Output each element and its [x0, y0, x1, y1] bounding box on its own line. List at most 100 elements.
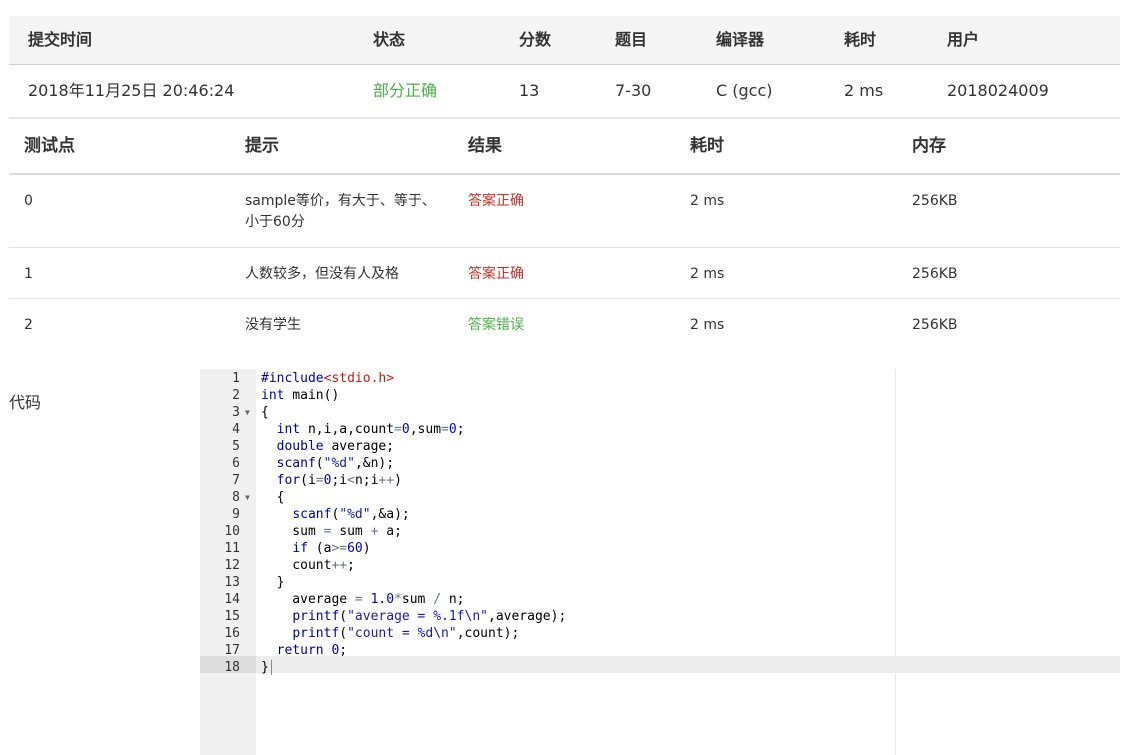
- code-line[interactable]: 13 }: [200, 574, 1120, 591]
- code-text: scanf("%d",&a);: [292, 507, 410, 522]
- code-line[interactable]: 4 int n,i,a,count=0,sum=0;: [200, 421, 1120, 438]
- testpoint-memory: 256KB: [912, 266, 958, 282]
- submission-row: 2018年11月25日 20:46:24 部分正确 13 7-30 C (gcc…: [9, 65, 1120, 119]
- header-hint: 提示: [245, 136, 279, 156]
- text-cursor: [270, 660, 272, 675]
- header-score: 分数: [519, 30, 552, 49]
- code-line[interactable]: 8 ▼ {: [200, 489, 1120, 506]
- code-text: {: [261, 490, 285, 505]
- submit-time: 2018年11月25日 20:46:24: [28, 81, 235, 100]
- testpoint-result: 答案正确: [468, 193, 524, 209]
- testpoint-id: 2: [24, 317, 33, 333]
- line-number: 5: [232, 439, 240, 454]
- user-link[interactable]: 2018024009: [947, 65, 1049, 117]
- code-text: }: [261, 659, 272, 676]
- testpoint-memory: 256KB: [912, 317, 958, 333]
- line-number: 18: [224, 660, 240, 675]
- code-line[interactable]: 12 count++;: [200, 557, 1120, 574]
- problem-link[interactable]: 7-30: [615, 65, 651, 117]
- header-user: 用户: [947, 30, 980, 49]
- code-line[interactable]: 16 printf("count = %d\n",count);: [200, 625, 1120, 642]
- code-text: if (a>=60): [292, 541, 371, 556]
- code-text: #include<stdio.h>: [261, 371, 395, 386]
- status-badge: 部分正确: [373, 81, 438, 100]
- testcase-table: 测试点 提示 结果 耗时 内存 0 sample等价，有大于、等于、小于60分 …: [9, 118, 1120, 349]
- code-text: count++;: [261, 558, 355, 573]
- code-text: for(i=0;i<n;i++): [276, 473, 402, 488]
- line-number: 10: [224, 524, 240, 539]
- line-number: 9: [232, 507, 240, 522]
- line-number: 16: [224, 626, 240, 641]
- table-row: 0 sample等价，有大于、等于、小于60分 答案正确 2 ms 256KB: [9, 175, 1120, 248]
- header-result: 结果: [468, 136, 502, 156]
- code-line[interactable]: 9 scanf("%d",&a);: [200, 506, 1120, 523]
- code-text: double average;: [276, 439, 395, 454]
- elapsed-value: 2 ms: [844, 81, 884, 100]
- compiler-value: C (gcc): [716, 81, 773, 100]
- code-text: int n,i,a,count=0,sum=0;: [276, 422, 465, 437]
- code-line[interactable]: 7 for(i=0;i<n;i++): [200, 472, 1120, 489]
- header-testpoint: 测试点: [24, 136, 75, 156]
- code-text: printf("average = %.1f\n",average);: [292, 609, 567, 624]
- table-row: 1 人数较多，但没有人及格 答案正确 2 ms 256KB: [9, 248, 1120, 299]
- code-text: sum = sum + a;: [261, 524, 402, 539]
- header-elapsed: 耗时: [844, 30, 877, 49]
- fold-arrow-icon[interactable]: ▼: [245, 489, 250, 506]
- code-line[interactable]: 18}: [200, 659, 1120, 676]
- testpoint-hint: 没有学生: [245, 317, 301, 333]
- line-number: 15: [224, 609, 240, 624]
- testpoint-time: 2 ms: [690, 317, 725, 333]
- line-number: 14: [224, 592, 240, 607]
- testpoint-time: 2 ms: [690, 193, 725, 209]
- line-number: 1: [232, 371, 240, 386]
- testpoint-id: 1: [24, 266, 33, 282]
- line-number: 12: [224, 558, 240, 573]
- code-text: printf("count = %d\n",count);: [292, 626, 520, 641]
- code-line[interactable]: 2 int main(): [200, 387, 1120, 404]
- testpoint-result: 答案错误: [468, 317, 524, 333]
- code-editor[interactable]: 1 #include<stdio.h> 2 int main() 3 ▼ {4 int n,…: [200, 369, 1120, 755]
- testcase-header-row: 测试点 提示 结果 耗时 内存: [9, 118, 1120, 175]
- code-text: int main(): [261, 388, 340, 403]
- code-label: 代码: [9, 393, 42, 412]
- line-number: 4: [232, 422, 240, 437]
- testpoint-hint: sample等价，有大于、等于、小于60分: [245, 193, 436, 230]
- submission-header-row: 提交时间 状态 分数 题目 编译器 耗时 用户: [9, 16, 1120, 65]
- code-line[interactable]: 17 return 0;: [200, 642, 1120, 659]
- code-line[interactable]: 15 printf("average = %.1f\n",average);: [200, 608, 1120, 625]
- header-problem: 题目: [615, 30, 648, 49]
- testpoint-id: 0: [24, 193, 33, 209]
- code-line[interactable]: 10 sum = sum + a;: [200, 523, 1120, 540]
- line-number: 13: [224, 575, 240, 590]
- header-status: 状态: [373, 30, 406, 49]
- line-number: 8: [232, 490, 240, 505]
- testpoint-memory: 256KB: [912, 193, 958, 209]
- code-line[interactable]: 14 average = 1.0*sum / n;: [200, 591, 1120, 608]
- testpoint-hint: 人数较多，但没有人及格: [245, 266, 399, 282]
- code-text: {: [261, 405, 269, 420]
- fold-arrow-icon[interactable]: ▼: [245, 404, 250, 421]
- score-value: 13: [519, 81, 540, 100]
- header-compiler: 编译器: [716, 30, 765, 49]
- code-text: }: [261, 575, 285, 590]
- line-number: 7: [232, 473, 240, 488]
- line-number: 2: [232, 388, 240, 403]
- header-time: 耗时: [690, 136, 724, 156]
- code-line[interactable]: 1 #include<stdio.h>: [200, 370, 1120, 387]
- header-submit-time: 提交时间: [28, 30, 93, 49]
- testpoint-result: 答案正确: [468, 266, 524, 282]
- code-line[interactable]: 3 ▼ {: [200, 404, 1120, 421]
- table-row: 2 没有学生 答案错误 2 ms 256KB: [9, 299, 1120, 349]
- code-text: return 0;: [276, 643, 348, 658]
- line-number: 3: [232, 405, 240, 420]
- code-text: average = 1.0*sum / n;: [261, 592, 465, 607]
- code-line[interactable]: 5 double average;: [200, 438, 1120, 455]
- line-number: 6: [232, 456, 240, 471]
- code-text: scanf("%d",&n);: [276, 456, 395, 471]
- code-line[interactable]: 11 if (a>=60): [200, 540, 1120, 557]
- submission-table: 提交时间 状态 分数 题目 编译器 耗时 用户 2018年11月25日 20:4…: [9, 16, 1120, 119]
- line-number: 11: [224, 541, 240, 556]
- testpoint-time: 2 ms: [690, 266, 725, 282]
- line-number: 17: [224, 643, 240, 658]
- code-line[interactable]: 6 scanf("%d",&n);: [200, 455, 1120, 472]
